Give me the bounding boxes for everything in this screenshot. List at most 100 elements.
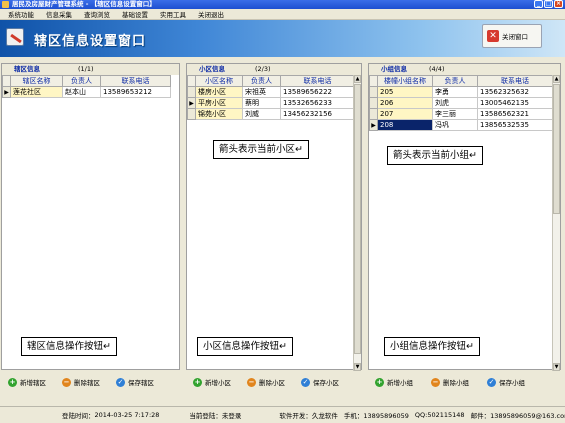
table-row[interactable]: 206 刘虎 13005462135: [369, 97, 553, 109]
menu-settings[interactable]: 基础设置: [116, 9, 154, 19]
scroll-thumb[interactable]: [354, 84, 361, 354]
group-manager-cell[interactable]: 冯巩: [432, 119, 478, 131]
group-name-cell[interactable]: 208: [377, 119, 433, 131]
close-window-button[interactable]: ×: [554, 0, 563, 8]
table-row[interactable]: 楼房小区 宋祖英 13589656222: [187, 86, 355, 98]
delete-community-button[interactable]: − 删除小区: [247, 377, 285, 387]
group-manager-cell[interactable]: 李三丽: [432, 108, 478, 120]
add-group-label: 新增小组: [387, 379, 413, 387]
col-community-phone[interactable]: 联系电话: [280, 75, 355, 87]
group-manager-cell[interactable]: 刘虎: [432, 97, 478, 109]
add-icon: +: [193, 377, 202, 387]
community-manager-cell[interactable]: 刘威: [242, 108, 281, 120]
developer-info: 软件开发：久龙软件: [279, 412, 338, 420]
delete-district-button[interactable]: − 删除辖区: [62, 377, 100, 387]
col-community-name[interactable]: 小区名称: [195, 75, 243, 87]
district-toolbar: + 新增辖区 − 删除辖区 ✓ 保存辖区: [8, 374, 154, 390]
add-icon: +: [375, 377, 384, 387]
group-scrollbar[interactable]: ▲ ▼: [552, 75, 560, 371]
group-name-cell[interactable]: 206: [377, 97, 433, 109]
district-name-cell[interactable]: 莲花社区: [10, 86, 63, 98]
row-indicator: [369, 86, 378, 98]
row-indicator-header: [2, 75, 11, 87]
community-manager-cell[interactable]: 宋祖英: [242, 86, 281, 98]
menu-query[interactable]: 查询浏览: [78, 9, 116, 19]
callout-group-buttons: 小组信息操作按钮↵: [384, 337, 480, 356]
col-district-name[interactable]: 辖区名称: [10, 75, 63, 87]
col-group-name[interactable]: 楼幢小组名称: [377, 75, 433, 87]
add-group-button[interactable]: + 新增小组: [375, 377, 413, 387]
window-title: 居民及房屋财产管理系统 - 【辖区信息设置窗口】: [12, 0, 156, 8]
menu-system[interactable]: 系统功能: [2, 9, 40, 19]
delete-icon: −: [431, 377, 440, 387]
save-icon: ✓: [301, 377, 310, 387]
table-row[interactable]: 205 李勇 13562325632: [369, 86, 553, 98]
menu-collect[interactable]: 信息采集: [40, 9, 78, 19]
callout-group-arrow: 箭头表示当前小组↵: [387, 146, 483, 165]
group-phone-cell[interactable]: 13856532535: [477, 119, 553, 131]
col-district-phone[interactable]: 联系电话: [100, 75, 171, 87]
district-title: 辖区信息: [14, 65, 40, 73]
community-name-cell[interactable]: 平房小区: [195, 97, 243, 109]
row-indicator-header: [369, 75, 378, 87]
community-phone-cell[interactable]: 13589656222: [280, 86, 355, 98]
community-count: (2/3): [255, 65, 271, 73]
col-group-manager[interactable]: 负责人: [432, 75, 478, 87]
group-count: (4/4): [429, 65, 445, 73]
community-name-cell[interactable]: 楼房小区: [195, 86, 243, 98]
group-name-cell[interactable]: 205: [377, 86, 433, 98]
scroll-up-icon[interactable]: ▲: [354, 75, 361, 83]
col-group-phone[interactable]: 联系电话: [477, 75, 553, 87]
close-form-button[interactable]: ✕ 关闭窗口: [482, 24, 542, 48]
current-user: 未登录: [221, 412, 242, 420]
group-phone-cell[interactable]: 13586562321: [477, 108, 553, 120]
community-phone-cell[interactable]: 13532656233: [280, 97, 355, 109]
header-banner: 辖区信息设置窗口: [0, 20, 565, 57]
login-time: 2014-03-25 7:17:28: [94, 411, 160, 419]
menu-exit[interactable]: 关闭退出: [192, 9, 230, 19]
community-manager-cell[interactable]: 蔡明: [242, 97, 281, 109]
save-group-button[interactable]: ✓ 保存小组: [487, 377, 525, 387]
app-icon: [2, 1, 9, 8]
community-panel: 小区信息 (2/3) 小区名称 负责人 联系电话 楼房小区 宋祖英 135896…: [186, 63, 362, 371]
window-controls: _ □ ×: [534, 0, 563, 9]
table-row-selected[interactable]: ▶ 208 冯巩 13856532535: [369, 119, 553, 131]
settings-window-icon: [6, 28, 24, 46]
community-phone-cell[interactable]: 13456232156: [280, 108, 355, 120]
scroll-down-icon[interactable]: ▼: [354, 363, 361, 371]
save-community-button[interactable]: ✓ 保存小区: [301, 377, 339, 387]
status-bar: 登陆时间： 2014-03-25 7:17:28 当前登陆： 未登录 软件开发：…: [0, 406, 565, 423]
minimize-button[interactable]: _: [534, 0, 543, 8]
table-row[interactable]: 锦苑小区 刘威 13456232156: [187, 108, 355, 120]
table-row[interactable]: 207 李三丽 13586562321: [369, 108, 553, 120]
community-name-cell[interactable]: 锦苑小区: [195, 108, 243, 120]
group-phone-cell[interactable]: 13005462135: [477, 97, 553, 109]
maximize-button[interactable]: □: [544, 0, 553, 8]
group-name-cell[interactable]: 207: [377, 108, 433, 120]
close-icon: ✕: [487, 30, 499, 42]
district-phone-cell[interactable]: 13589653212: [100, 86, 171, 98]
district-table: 辖区名称 负责人 联系电话 ▶ 莲花社区 赵本山 13589653212: [2, 75, 171, 98]
community-header: 小区信息 (2/3): [187, 64, 361, 75]
delete-district-label: 删除辖区: [74, 379, 100, 387]
save-icon: ✓: [116, 377, 125, 387]
row-indicator: [369, 97, 378, 109]
scroll-up-icon[interactable]: ▲: [553, 75, 560, 83]
scroll-thumb[interactable]: [553, 84, 560, 214]
col-district-manager[interactable]: 负责人: [62, 75, 101, 87]
add-community-button[interactable]: + 新增小区: [193, 377, 231, 387]
district-manager-cell[interactable]: 赵本山: [62, 86, 101, 98]
menu-tools[interactable]: 实用工具: [154, 9, 192, 19]
delete-community-label: 删除小区: [259, 379, 285, 387]
delete-group-button[interactable]: − 删除小组: [431, 377, 469, 387]
table-row[interactable]: ▶ 平房小区 蔡明 13532656233: [187, 97, 355, 109]
add-district-button[interactable]: + 新增辖区: [8, 377, 46, 387]
community-scrollbar[interactable]: ▲ ▼: [353, 75, 361, 371]
col-community-manager[interactable]: 负责人: [242, 75, 281, 87]
table-row[interactable]: ▶ 莲花社区 赵本山 13589653212: [2, 86, 171, 98]
save-district-button[interactable]: ✓ 保存辖区: [116, 377, 154, 387]
add-district-label: 新增辖区: [20, 379, 46, 387]
group-phone-cell[interactable]: 13562325632: [477, 86, 553, 98]
scroll-down-icon[interactable]: ▼: [553, 363, 560, 371]
group-manager-cell[interactable]: 李勇: [432, 86, 478, 98]
